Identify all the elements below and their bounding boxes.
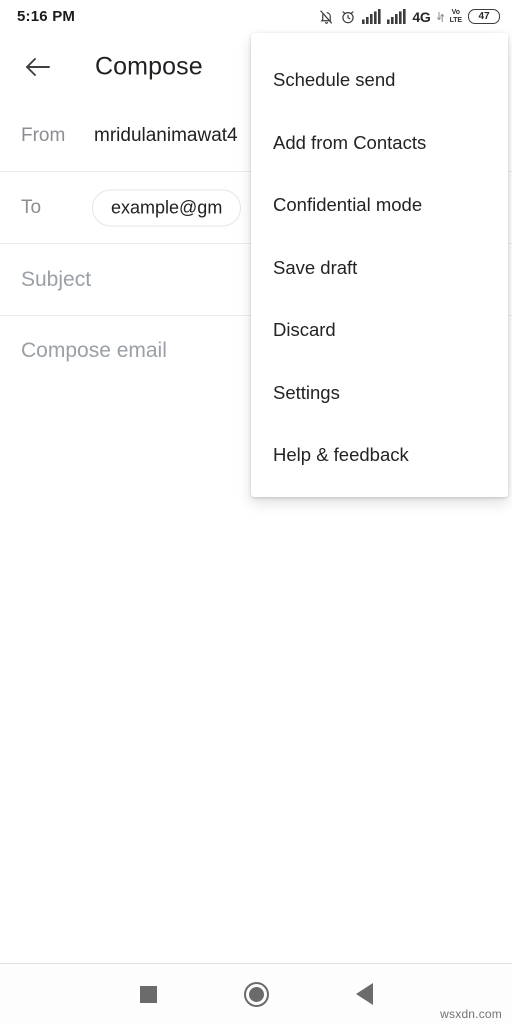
status-bar: 5:16 PM 4G Vo LTE 47	[0, 0, 512, 33]
recipient-chip-label: example@gm	[111, 197, 223, 217]
from-label: From	[21, 125, 66, 146]
arrow-left-icon[interactable]	[20, 49, 56, 85]
page-title: Compose	[95, 52, 203, 81]
from-value[interactable]: mridulanimawat4	[94, 125, 238, 147]
square-recents-glyph	[139, 985, 157, 1003]
circle-home-icon[interactable]	[202, 964, 310, 1024]
phone-screen: 5:16 PM 4G Vo LTE 47 Compose From mridul…	[0, 0, 512, 1024]
volte-indicator-icon: Vo LTE	[449, 9, 463, 24]
triangle-back-icon[interactable]	[310, 964, 418, 1024]
volte-bottom-text: LTE	[449, 16, 463, 24]
menu-item-help-feedback[interactable]: Help & feedback	[251, 424, 508, 487]
circle-home-dot	[248, 986, 264, 1002]
square-recents-icon[interactable]	[94, 964, 202, 1024]
alarm-clock-icon	[340, 9, 356, 25]
menu-item-settings[interactable]: Settings	[251, 362, 508, 425]
signal-bars-sim2-icon	[387, 9, 406, 24]
volte-top-text: Vo	[451, 9, 460, 16]
to-label: To	[21, 196, 42, 218]
menu-item-schedule-send[interactable]: Schedule send	[251, 49, 508, 112]
recipient-chip[interactable]: example@gm	[92, 189, 242, 226]
circle-home-glyph	[243, 981, 269, 1007]
subject-input[interactable]: Subject	[21, 268, 91, 292]
battery-level-text: 47	[478, 11, 490, 22]
menu-item-confidential-mode[interactable]: Confidential mode	[251, 174, 508, 237]
status-clock: 5:16 PM	[17, 8, 76, 25]
battery-icon: 47	[468, 9, 500, 24]
menu-item-discard[interactable]: Discard	[251, 299, 508, 362]
system-navigation-bar	[0, 963, 512, 1024]
menu-item-save-draft[interactable]: Save draft	[251, 237, 508, 300]
compose-body-input[interactable]: Compose email	[21, 339, 167, 363]
status-icon-tray: 4G Vo LTE 47	[319, 9, 500, 25]
signal-bars-sim1-icon	[362, 9, 381, 24]
notifications-off-icon	[319, 9, 334, 25]
data-transfer-arrows-icon	[436, 11, 444, 23]
triangle-back-glyph	[355, 983, 373, 1005]
menu-item-add-from-contacts[interactable]: Add from Contacts	[251, 112, 508, 175]
watermark: wsxdn.com	[440, 1007, 502, 1021]
network-type-label: 4G	[412, 8, 431, 25]
overflow-menu: Schedule send Add from Contacts Confiden…	[251, 33, 508, 497]
